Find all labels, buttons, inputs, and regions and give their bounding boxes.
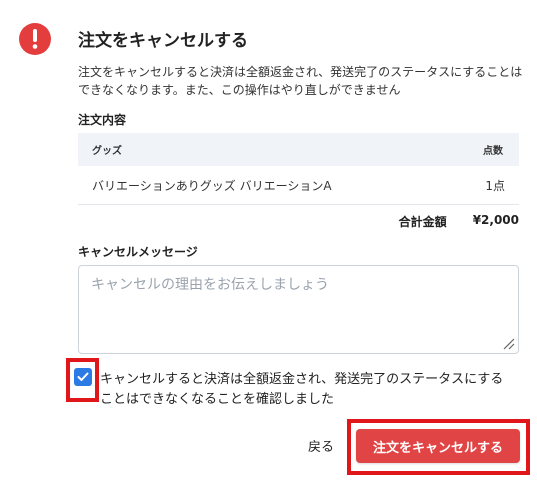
order-table-header: グッズ 点数: [78, 133, 519, 166]
cancel-order-button[interactable]: 注文をキャンセルする: [356, 429, 520, 463]
total-label: 合計金額: [398, 215, 447, 229]
back-button[interactable]: 戻る: [308, 436, 334, 455]
confirm-label-line1: キャンセルすると決済は全額返金され、発送完了のステータスにする: [100, 372, 504, 387]
message-section-label: キャンセルメッセージ: [78, 245, 198, 259]
column-header-item: グッズ: [92, 146, 122, 157]
dialog-description: 注文をキャンセルすると決済は全額返金され、発送完了のステータスにすることはできな…: [78, 65, 523, 97]
order-item-name: バリエーションありグッズ バリエーションA: [92, 178, 332, 193]
exclamation-icon: [19, 23, 51, 55]
cancel-order-dialog: 注文をキャンセルする 注文をキャンセルすると決済は全額返金され、発送完了のステー…: [0, 0, 537, 482]
order-total: 合計金額 ¥2,000: [399, 213, 519, 230]
confirm-checkbox[interactable]: [74, 368, 92, 386]
dialog-title: 注文をキャンセルする: [78, 31, 248, 51]
order-item-qty: 1点: [485, 178, 505, 193]
total-value: ¥2,000: [472, 213, 519, 227]
order-section-label: 注文内容: [78, 113, 127, 127]
column-header-qty: 点数: [483, 146, 503, 157]
checkmark-icon: [77, 372, 89, 381]
table-row: バリエーションありグッズ バリエーションA 1点: [78, 166, 519, 205]
cancel-message-input[interactable]: [78, 265, 519, 354]
order-table: グッズ 点数 バリエーションありグッズ バリエーションA 1点: [78, 133, 519, 205]
confirm-label[interactable]: キャンセルすると決済は全額返金され、発送完了のステータスにする ことはできなくな…: [100, 370, 525, 410]
resize-handle-icon[interactable]: [503, 338, 515, 350]
confirm-label-line2: ことはできなくなることを確認しました: [100, 392, 335, 407]
